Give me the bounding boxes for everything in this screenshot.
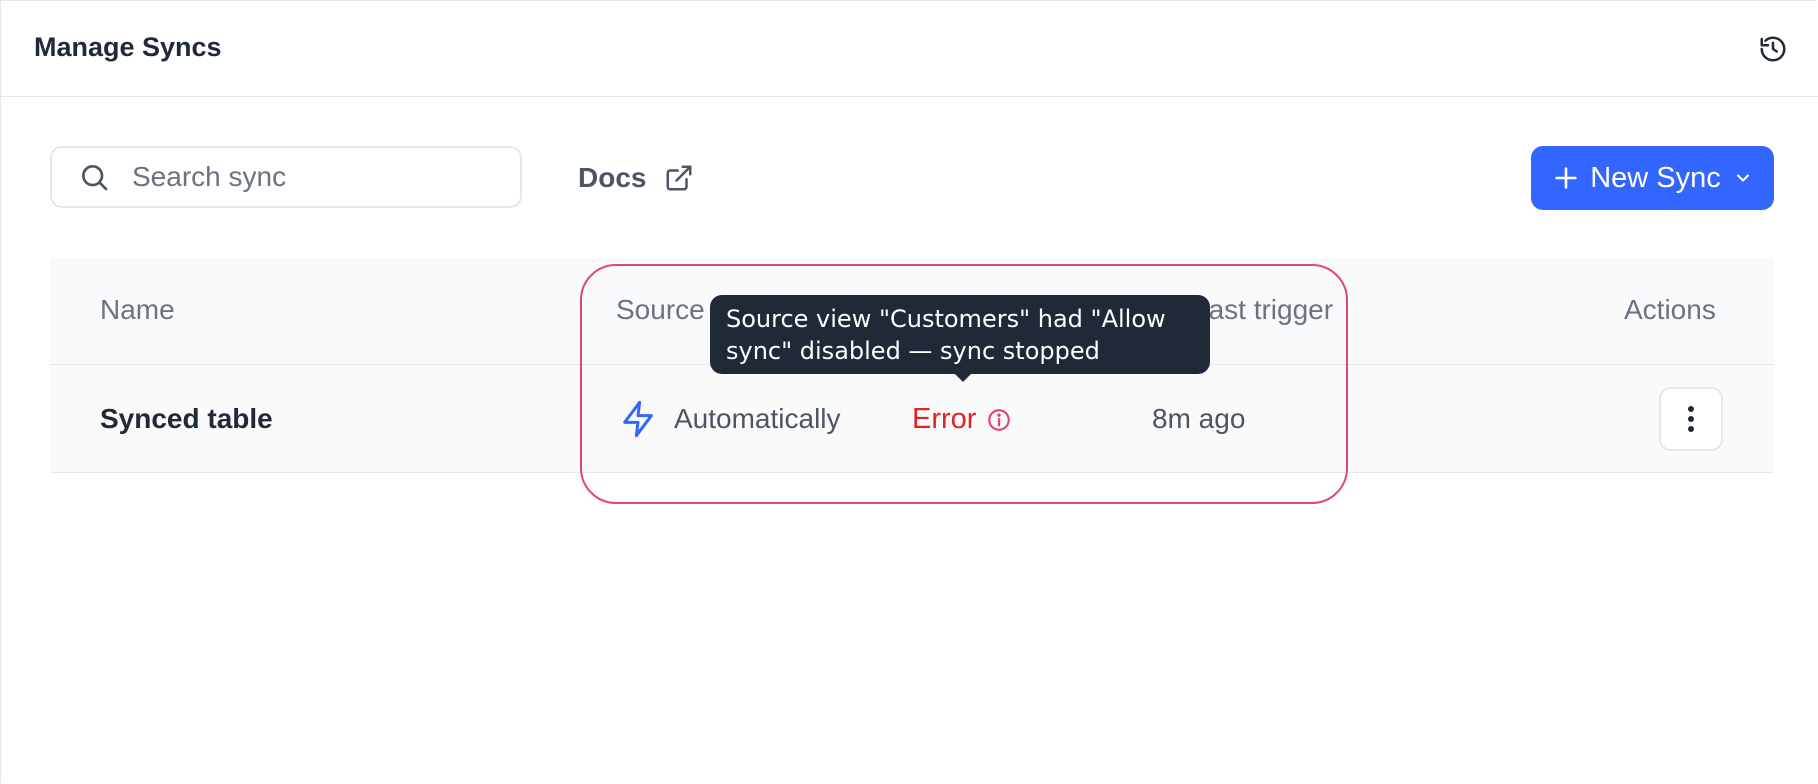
sync-source: Automatically xyxy=(618,399,841,439)
sync-status[interactable]: Error xyxy=(912,403,1012,436)
column-header-actions: Actions xyxy=(1624,294,1716,325)
table-row[interactable]: Synced table Automatically Error 8m ago xyxy=(50,365,1774,473)
chevron-down-icon xyxy=(1736,174,1749,182)
column-header-source: Source xyxy=(616,294,705,325)
history-icon[interactable] xyxy=(1758,34,1788,64)
column-header-name: Name xyxy=(100,294,175,325)
page-title: Manage Syncs xyxy=(34,32,222,62)
new-sync-button[interactable]: New Sync xyxy=(1531,146,1774,210)
sync-name: Synced table xyxy=(100,403,273,434)
docs-link[interactable]: Docs xyxy=(578,158,694,198)
search-box[interactable] xyxy=(50,146,522,208)
last-trigger-time: 8m ago xyxy=(1152,403,1246,434)
info-icon[interactable] xyxy=(986,407,1012,433)
column-header-last-trigger: Last trigger xyxy=(1193,294,1334,325)
error-tooltip: Source view "Customers" had "Allow sync"… xyxy=(710,295,1210,382)
search-icon xyxy=(82,165,108,191)
new-sync-label: New Sync xyxy=(1590,161,1721,194)
more-vertical-icon xyxy=(1688,406,1694,432)
plus-icon xyxy=(1555,167,1577,189)
search-input[interactable] xyxy=(130,160,494,194)
row-actions-button[interactable] xyxy=(1659,387,1723,451)
source-text: Automatically xyxy=(674,403,841,434)
external-link-icon xyxy=(666,165,692,191)
status-error-text: Error xyxy=(912,403,977,435)
docs-label: Docs xyxy=(578,162,647,193)
page-header: Manage Syncs xyxy=(0,0,1818,97)
lightning-bolt-icon xyxy=(623,400,653,438)
